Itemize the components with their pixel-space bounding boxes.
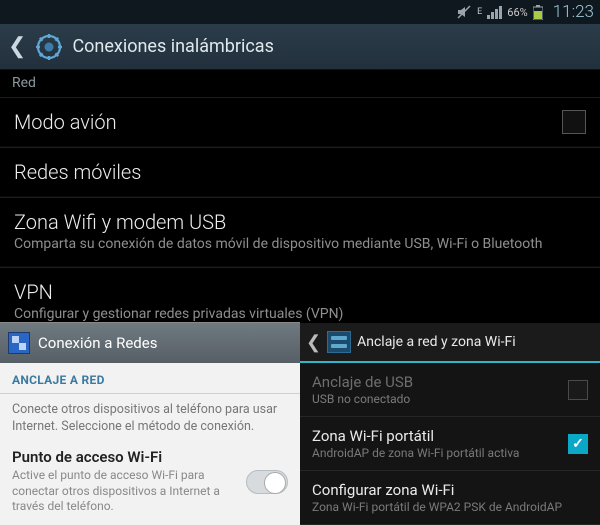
signal-icon: [487, 6, 502, 19]
network-type: E: [477, 8, 482, 17]
back-icon[interactable]: ❮: [8, 34, 26, 59]
row-subtitle: Comparta su conexión de datos móvil de d…: [14, 236, 586, 254]
item-title: Zona Wi-Fi portátil: [312, 427, 560, 445]
row-mobile-networks[interactable]: Redes móviles: [0, 147, 600, 197]
overlay-right-header: ❮ Anclaje a red y zona Wi-Fi: [300, 323, 600, 363]
row-title: Zona Wifi y modem USB: [14, 210, 586, 234]
settings-gear-icon: [36, 34, 62, 60]
overlay-left-header: Conexión a Redes: [0, 323, 300, 363]
back-icon[interactable]: ❮: [306, 332, 321, 353]
row-title: VPN: [14, 280, 586, 304]
checkbox-portable-wifi[interactable]: ✓: [568, 434, 588, 454]
status-bar: E 66% 11:23: [0, 0, 600, 24]
overlay-left-intro: Conecte otros dispositivos al teléfono p…: [0, 394, 300, 440]
overlay-right-title: Anclaje a red y zona Wi-Fi: [357, 334, 516, 350]
overlay-left-section-label: ANCLAJE A RED: [0, 363, 300, 394]
item-title: Configurar zona Wi-Fi: [312, 481, 588, 499]
item-title: Punto de acceso Wi-Fi: [12, 448, 238, 466]
toggle-wifi-access-point[interactable]: [246, 470, 288, 494]
mute-icon: [456, 4, 472, 20]
battery-percent: 66%: [507, 6, 527, 19]
row-portable-wifi-zone[interactable]: Zona Wi-Fi portátil AndroidAP de zona Wi…: [300, 417, 600, 471]
title-bar: ❮ Conexiones inalámbricas: [0, 24, 600, 70]
network-connection-icon: [8, 332, 30, 354]
row-airplane-mode[interactable]: Modo avión: [0, 97, 600, 147]
item-subtitle: Active el punto de acceso Wi-Fi para con…: [12, 468, 238, 515]
row-title: Redes móviles: [14, 160, 586, 184]
battery-icon: [533, 5, 543, 20]
row-hotspot-usb[interactable]: Zona Wifi y modem USB Comparta su conexi…: [0, 197, 600, 267]
row-title: Modo avión: [14, 110, 562, 134]
item-title: Anclaje de USB: [312, 373, 560, 391]
clock: 11:23: [553, 2, 594, 22]
checkbox-airplane[interactable]: [562, 110, 586, 134]
item-subtitle: Zona Wi-Fi portátil de WPA2 PSK de Andro…: [312, 500, 588, 514]
item-subtitle: AndroidAP de zona Wi-Fi portátil activa: [312, 446, 560, 460]
row-configure-wifi-zone[interactable]: Configurar zona Wi-Fi Zona Wi-Fi portáti…: [300, 471, 600, 525]
page-title: Conexiones inalámbricas: [72, 36, 273, 57]
row-usb-tethering: Anclaje de USB USB no conectado: [300, 363, 600, 417]
section-label-network: Red: [0, 70, 600, 97]
item-subtitle: USB no conectado: [312, 392, 560, 406]
row-subtitle: Configurar y gestionar redes privadas vi…: [14, 306, 586, 324]
overlay-connection-networks: Conexión a Redes ANCLAJE A RED Conecte o…: [0, 322, 300, 525]
overlay-tethering-hotspot: ❮ Anclaje a red y zona Wi-Fi Anclaje de …: [300, 323, 600, 525]
tethering-icon: [327, 331, 351, 353]
row-wifi-access-point[interactable]: Punto de acceso Wi-Fi Active el punto de…: [0, 440, 300, 525]
checkbox-usb-tethering: [568, 380, 588, 400]
overlay-left-title: Conexión a Redes: [38, 334, 157, 352]
